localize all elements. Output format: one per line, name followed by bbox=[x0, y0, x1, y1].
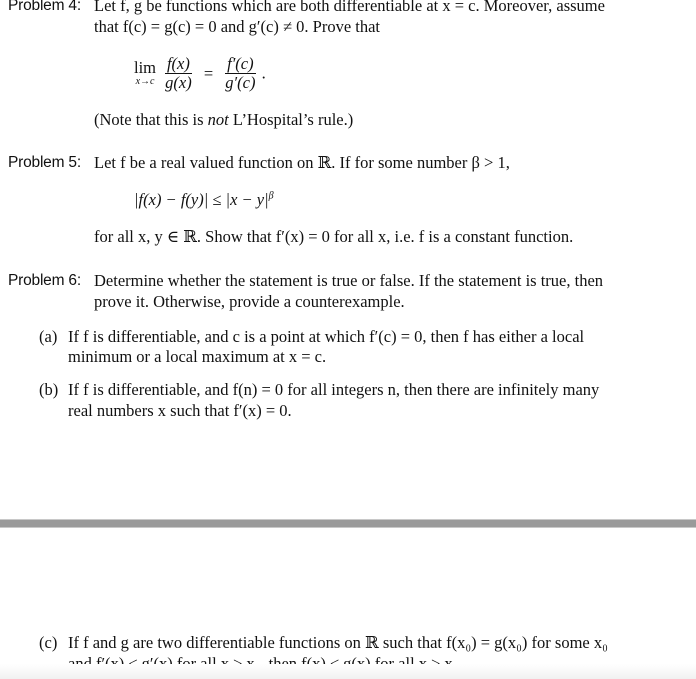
problem-6-label: Problem 6: bbox=[8, 272, 81, 289]
problem-4-text-line-2: that f(c) = g(c) = 0 and g′(c) ≠ 0. Prov… bbox=[94, 17, 381, 36]
problem-4-text-line-1: Let f, g be functions which are both dif… bbox=[94, 0, 605, 15]
problem-6-text-line-1: Determine whether the statement is true … bbox=[94, 271, 604, 290]
page-divider bbox=[0, 519, 696, 528]
part-b-tag: (b) bbox=[39, 380, 59, 399]
problem-4-label: Problem 4: bbox=[8, 0, 81, 14]
problem-5-text-line-2: for all x, y ∈ ℝ. Show that f′(x) = 0 fo… bbox=[94, 227, 574, 246]
lhs-numerator: f(x) bbox=[164, 54, 192, 75]
limit-subscript: x→c bbox=[135, 75, 155, 87]
problem-5-label: Problem 5: bbox=[8, 154, 81, 171]
lhs-fraction: f(x) g(x) bbox=[163, 54, 194, 93]
equation-period: . bbox=[261, 63, 266, 83]
lhs-denominator: g(x) bbox=[165, 73, 192, 93]
note-emphasis: not bbox=[207, 110, 229, 129]
note-prefix: (Note that this is bbox=[94, 110, 208, 129]
note-suffix: L’Hospital’s rule.) bbox=[228, 110, 354, 129]
problem-6-text-line-2: prove it. Otherwise, provide a counterex… bbox=[94, 292, 405, 311]
equals-sign: = bbox=[203, 63, 214, 83]
problem-4-note: (Note that this is not L’Hospital’s rule… bbox=[94, 110, 353, 130]
problem-5-text-line-1: Let f be a real valued function on ℝ. If… bbox=[94, 153, 510, 172]
rhs-numerator: f′(c) bbox=[225, 54, 256, 75]
part-b-line-2: real numbers x such that f′(x) = 0. bbox=[68, 401, 292, 420]
inequality-exponent: β bbox=[268, 190, 274, 202]
part-c-tag: (c) bbox=[39, 633, 58, 652]
part-a-line-2: minimum or a local maximum at x = c. bbox=[68, 347, 327, 366]
limit-equation: lim x→c f(x) g(x) = f′(c) g′(c) . bbox=[134, 54, 266, 93]
part-a-tag: (a) bbox=[39, 327, 58, 346]
rhs-denominator: g′(c) bbox=[225, 73, 256, 93]
bottom-shadow bbox=[0, 664, 696, 679]
part-c-line-1: If f and g are two differentiable functi… bbox=[68, 633, 608, 652]
rhs-fraction: f′(c) g′(c) bbox=[223, 54, 257, 93]
problem-5-inequality: |f(x) − f(y)| ≤ |x − y|β bbox=[134, 190, 274, 210]
part-a-line-1: If f is differentiable, and c is a point… bbox=[68, 327, 585, 346]
limit-word: lim bbox=[134, 58, 157, 78]
part-b-line-1: If f is differentiable, and f(n) = 0 for… bbox=[68, 380, 600, 399]
limit-operator: lim x→c bbox=[134, 60, 156, 87]
inequality-body: |f(x) − f(y)| ≤ |x − y| bbox=[134, 190, 269, 209]
